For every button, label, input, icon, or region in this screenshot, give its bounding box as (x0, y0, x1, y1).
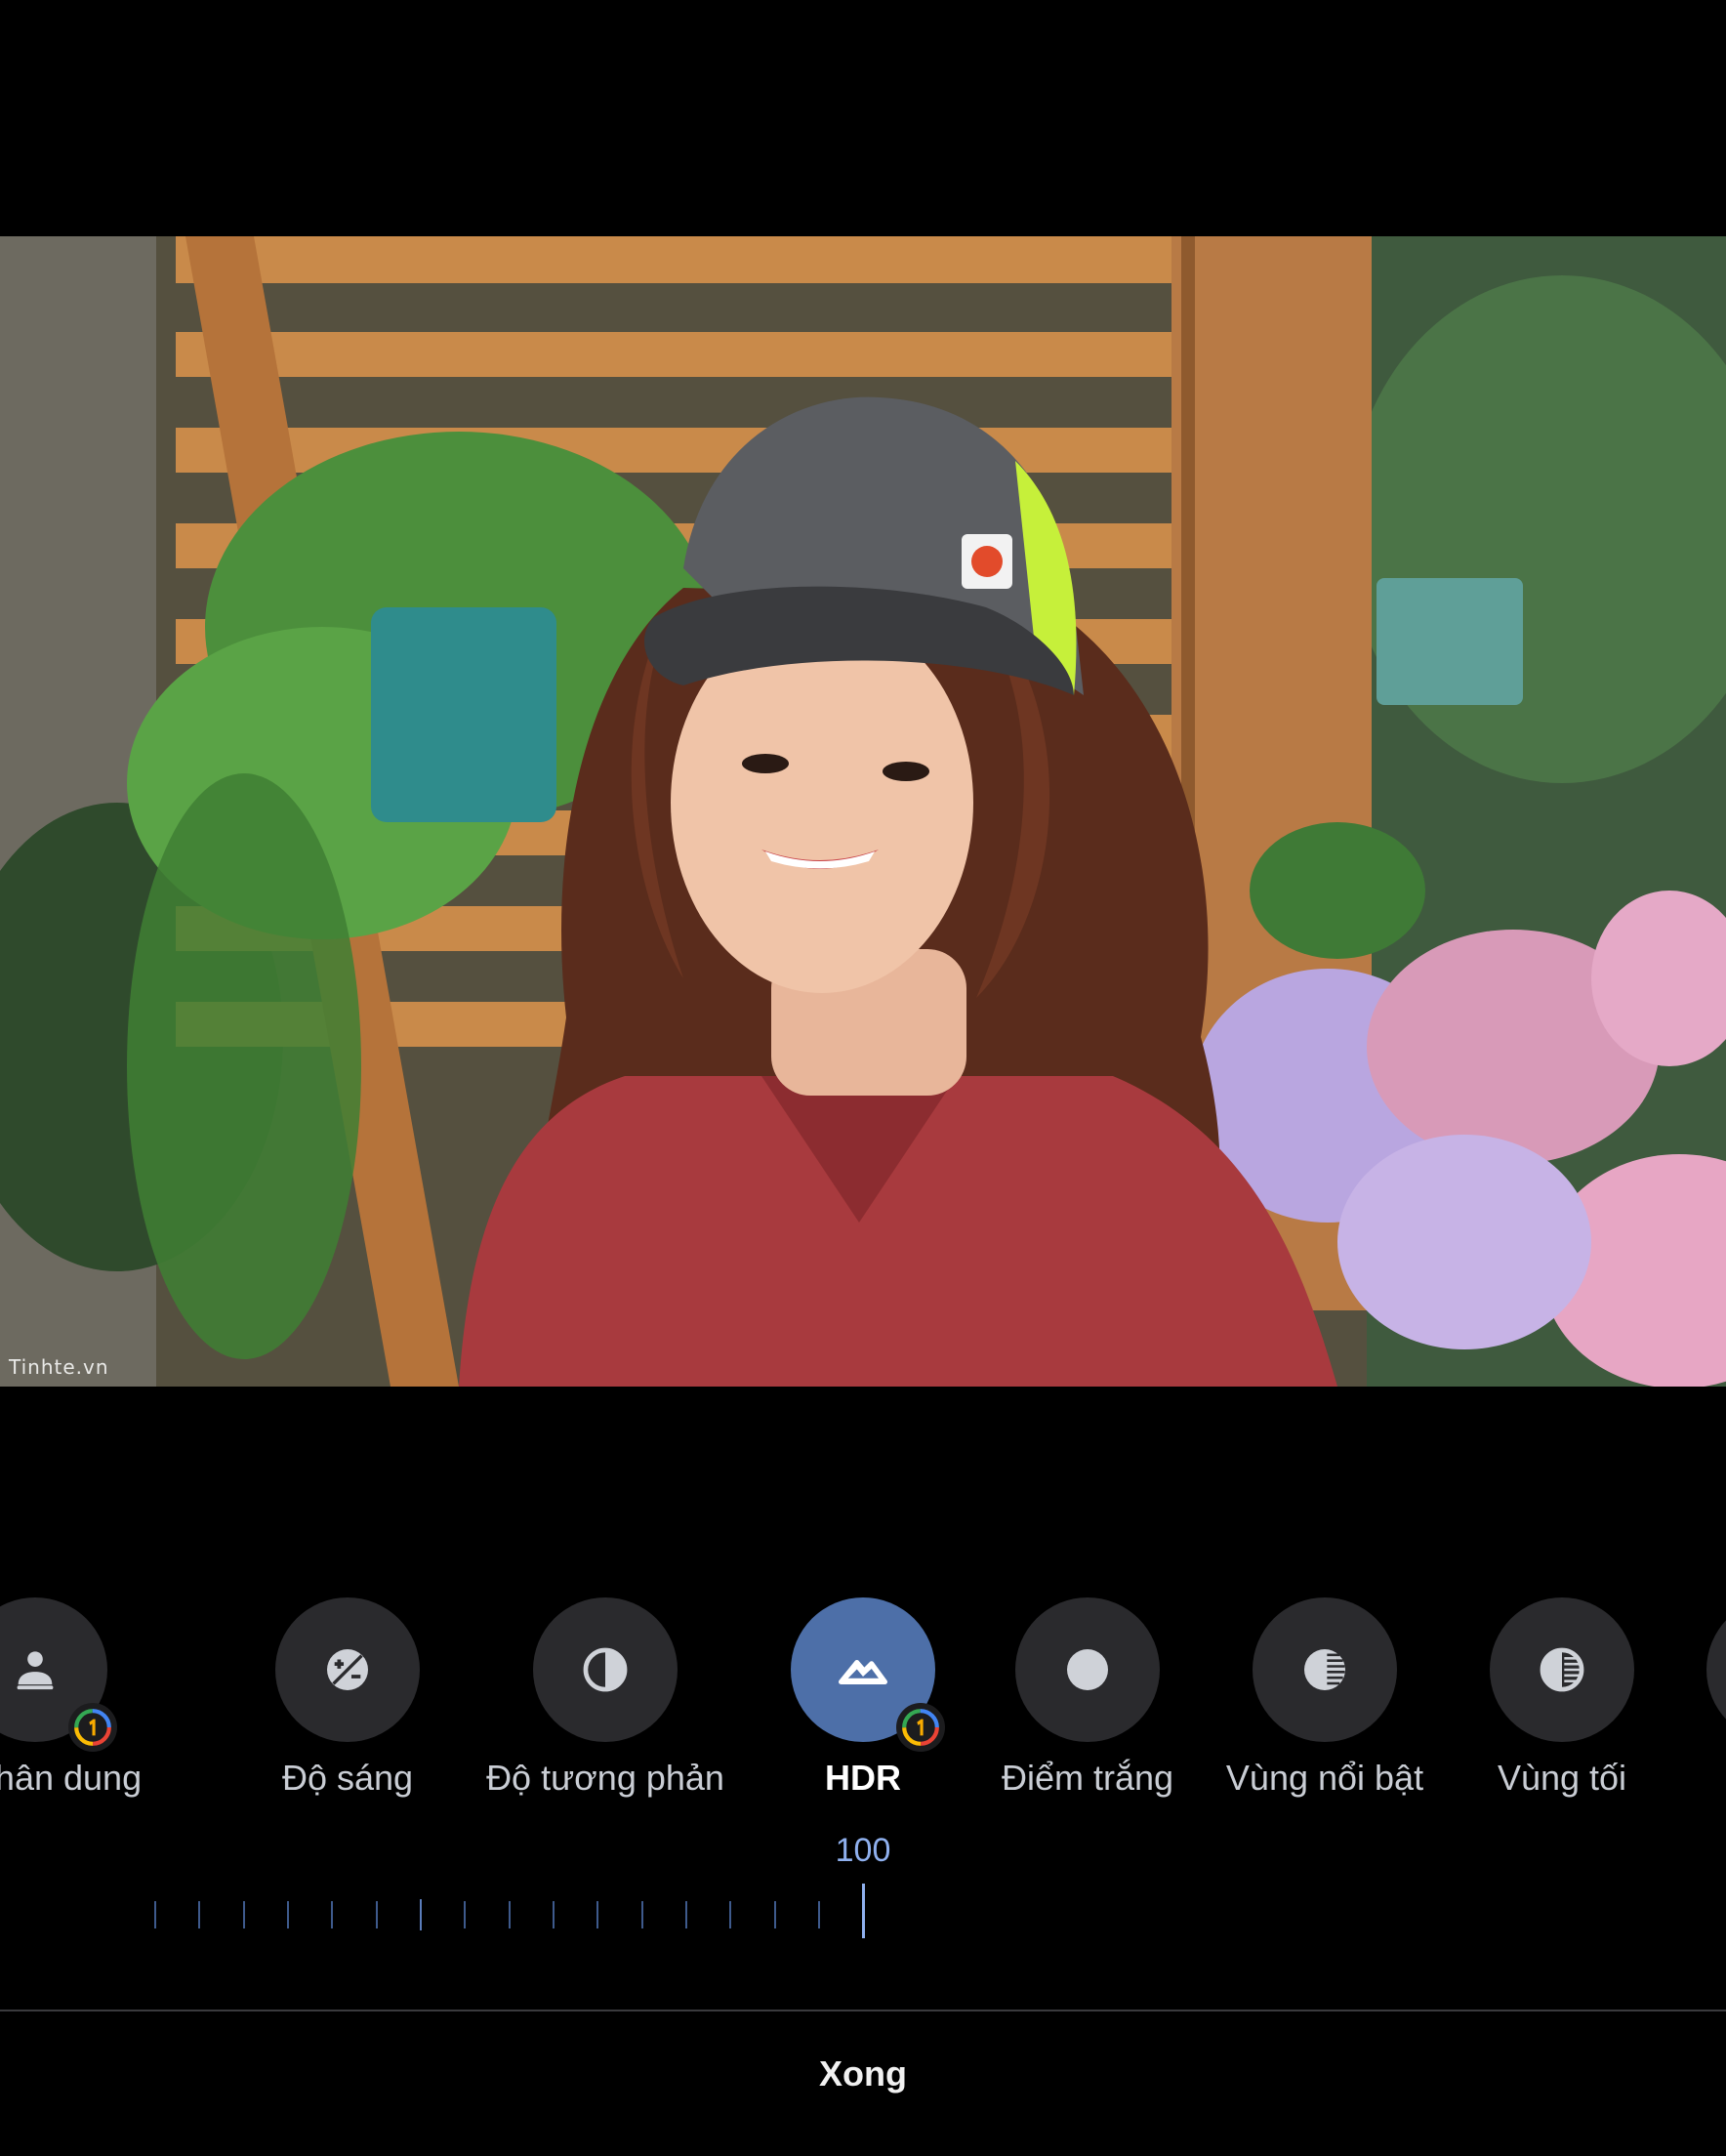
portrait-light-icon (17, 1651, 54, 1690)
tool-circle[interactable] (1253, 1597, 1397, 1742)
tool-label: Điểm trắng (1001, 1758, 1174, 1798)
slider-tick (376, 1901, 378, 1928)
slider-tick (729, 1901, 731, 1928)
slider-tick (818, 1901, 820, 1928)
slider-tick-major (420, 1899, 422, 1930)
tool-circle[interactable] (1490, 1597, 1634, 1742)
watermark-text: Tinhte.vn (9, 1355, 109, 1379)
highlights-icon (1304, 1649, 1345, 1690)
tool-label: Vùng tối (1497, 1758, 1627, 1798)
adjust-tools-carousel[interactable]: áp chân dung Độ sáng Độ tương phản (0, 1597, 1726, 1812)
contrast-icon (583, 1647, 628, 1692)
done-button[interactable]: Xong (765, 2043, 961, 2105)
google-one-badge (896, 1703, 945, 1752)
slider-tick (154, 1901, 156, 1928)
tool-circle[interactable] (275, 1597, 420, 1742)
tool-label: HDR (825, 1758, 901, 1798)
tool-circle[interactable] (533, 1597, 678, 1742)
slider-thumb[interactable] (862, 1884, 865, 1938)
slider-tick (641, 1901, 643, 1928)
tool-brightness[interactable]: Độ sáng (221, 1597, 474, 1799)
hdr-slider[interactable] (0, 1880, 1726, 1938)
slider-tick (596, 1901, 598, 1928)
tool-label: Vùng nổi bật (1225, 1758, 1424, 1798)
tool-next-partial[interactable]: Đ (1652, 1597, 1726, 1799)
white-point-icon (1067, 1649, 1108, 1690)
tool-highlights[interactable]: Vùng nổi bật (1198, 1597, 1452, 1799)
photo-preview: Tinhte.vn (0, 236, 1726, 1387)
shadows-icon (1540, 1647, 1584, 1692)
photo-image (0, 236, 1726, 1387)
tool-circle[interactable] (0, 1597, 117, 1752)
tool-hdr[interactable]: HDR (736, 1597, 990, 1799)
tool-circle-active[interactable] (791, 1597, 945, 1752)
slider-tick (287, 1901, 289, 1928)
slider-tick (774, 1901, 776, 1928)
slider-value: 100 (835, 1832, 891, 1869)
tool-circle[interactable] (1015, 1597, 1160, 1742)
google-one-badge (68, 1703, 117, 1752)
brightness-icon (327, 1649, 368, 1690)
tool-label: Đ (1652, 1758, 1726, 1799)
slider-tick (331, 1901, 333, 1928)
tool-shadows[interactable]: Vùng tối (1435, 1597, 1689, 1799)
tool-label: áp chân dung (0, 1758, 143, 1798)
slider-tick (243, 1901, 245, 1928)
slider-tick (685, 1901, 687, 1928)
hdr-mountain-icon (839, 1660, 887, 1684)
slider-tick (464, 1901, 466, 1928)
bottom-divider (0, 2010, 1726, 2011)
slider-tick (509, 1901, 511, 1928)
tool-contrast[interactable]: Độ tương phản (478, 1597, 732, 1799)
tool-white-point[interactable]: Điểm trắng (961, 1597, 1214, 1799)
tool-label: Độ tương phản (486, 1758, 724, 1798)
slider-tick (198, 1901, 200, 1928)
tool-label: Độ sáng (281, 1758, 414, 1798)
slider-tick (553, 1901, 555, 1928)
tool-portrait-light[interactable]: áp chân dung (0, 1597, 162, 1799)
tool-circle[interactable] (1706, 1597, 1726, 1742)
